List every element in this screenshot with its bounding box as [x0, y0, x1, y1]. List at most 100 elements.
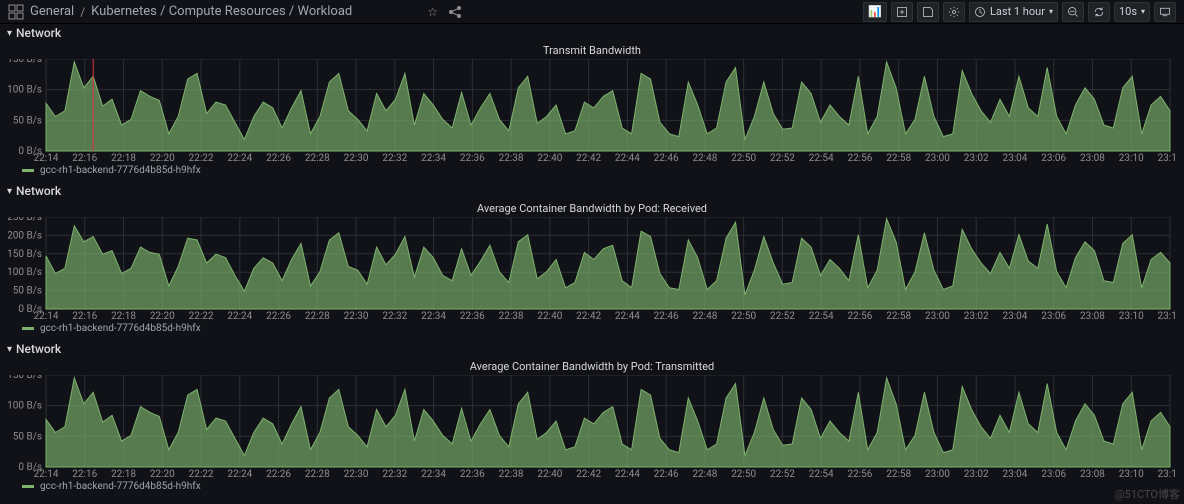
- svg-text:22:58: 22:58: [886, 311, 911, 321]
- svg-text:22:56: 22:56: [847, 469, 872, 479]
- svg-text:23:00: 23:00: [925, 153, 950, 163]
- svg-text:22:32: 22:32: [382, 469, 407, 479]
- svg-text:22:28: 22:28: [305, 469, 330, 479]
- chevron-down-icon: ▾: [1141, 7, 1145, 16]
- svg-text:200 B/s: 200 B/s: [8, 230, 42, 241]
- svg-text:22:44: 22:44: [615, 153, 640, 163]
- chevron-down-icon: ▾: [1049, 7, 1053, 16]
- svg-text:22:24: 22:24: [227, 153, 252, 163]
- settings-button[interactable]: [943, 2, 965, 22]
- svg-text:22:42: 22:42: [576, 469, 601, 479]
- graph-icon-button[interactable]: 📊: [863, 2, 887, 22]
- svg-text:23:10: 23:10: [1119, 469, 1144, 479]
- svg-text:23:00: 23:00: [925, 469, 950, 479]
- svg-text:150 B/s: 150 B/s: [8, 59, 42, 65]
- svg-text:23:04: 23:04: [1003, 311, 1028, 321]
- svg-text:22:22: 22:22: [189, 469, 214, 479]
- svg-text:22:52: 22:52: [770, 311, 795, 321]
- svg-text:22:58: 22:58: [886, 153, 911, 163]
- chevron-down-icon: ▾: [7, 28, 12, 39]
- tv-mode-button[interactable]: [1154, 2, 1176, 22]
- legend-color-swatch: [22, 327, 34, 330]
- svg-text:22:18: 22:18: [111, 311, 136, 321]
- row-header[interactable]: ▾Network: [0, 340, 1184, 358]
- svg-text:22:26: 22:26: [266, 311, 291, 321]
- svg-text:23:06: 23:06: [1041, 311, 1066, 321]
- svg-text:50 B/s: 50 B/s: [13, 115, 42, 126]
- legend-color-swatch: [22, 169, 34, 172]
- top-toolbar: General / Kubernetes / Compute Resources…: [0, 0, 1184, 24]
- svg-text:23:12: 23:12: [1158, 153, 1176, 163]
- legend[interactable]: gcc-rh1-backend-7776d4b85d-h9hfx: [8, 479, 1176, 496]
- svg-text:22:40: 22:40: [537, 469, 562, 479]
- svg-text:22:54: 22:54: [809, 153, 834, 163]
- svg-text:22:18: 22:18: [111, 153, 136, 163]
- svg-text:23:10: 23:10: [1119, 311, 1144, 321]
- legend[interactable]: gcc-rh1-backend-7776d4b85d-h9hfx: [8, 321, 1176, 338]
- toolbar-right: 📊 Last 1 hour ▾ 10s ▾: [863, 2, 1176, 22]
- legend-series-name: gcc-rh1-backend-7776d4b85d-h9hfx: [40, 165, 201, 176]
- panel: Transmit Bandwidth150 B/s100 B/s50 B/s0 …: [0, 42, 1184, 180]
- svg-text:22:52: 22:52: [770, 469, 795, 479]
- svg-text:22:36: 22:36: [460, 311, 485, 321]
- svg-text:22:38: 22:38: [499, 153, 524, 163]
- svg-text:22:58: 22:58: [886, 469, 911, 479]
- svg-text:22:30: 22:30: [344, 311, 369, 321]
- legend-color-swatch: [22, 485, 34, 488]
- refresh-button[interactable]: [1088, 2, 1110, 22]
- svg-text:22:14: 22:14: [34, 469, 59, 479]
- chart-svg[interactable]: 150 B/s100 B/s50 B/s0 B/s22:1422:1622:18…: [8, 59, 1176, 163]
- panel-title: Transmit Bandwidth: [8, 42, 1176, 59]
- zoom-out-button[interactable]: [1062, 2, 1084, 22]
- svg-text:23:08: 23:08: [1080, 311, 1105, 321]
- svg-text:23:12: 23:12: [1158, 469, 1176, 479]
- svg-text:22:20: 22:20: [150, 153, 175, 163]
- svg-text:22:54: 22:54: [809, 311, 834, 321]
- svg-text:22:28: 22:28: [305, 153, 330, 163]
- panel-grid-icon[interactable]: [8, 4, 24, 20]
- time-range-button[interactable]: Last 1 hour ▾: [969, 2, 1058, 22]
- svg-text:22:16: 22:16: [72, 311, 97, 321]
- svg-text:22:40: 22:40: [537, 153, 562, 163]
- svg-text:22:30: 22:30: [344, 469, 369, 479]
- legend[interactable]: gcc-rh1-backend-7776d4b85d-h9hfx: [8, 163, 1176, 180]
- row-title: Network: [16, 26, 61, 40]
- breadcrumb-current[interactable]: Kubernetes / Compute Resources / Workloa…: [91, 4, 352, 19]
- add-panel-button[interactable]: [891, 2, 913, 22]
- svg-text:22:28: 22:28: [305, 311, 330, 321]
- panel: Average Container Bandwidth by Pod: Tran…: [0, 358, 1184, 496]
- save-button[interactable]: [917, 2, 939, 22]
- svg-text:23:06: 23:06: [1041, 469, 1066, 479]
- share-icon[interactable]: [447, 4, 463, 20]
- svg-text:22:32: 22:32: [382, 311, 407, 321]
- row-header[interactable]: ▾Network: [0, 182, 1184, 200]
- svg-text:22:20: 22:20: [150, 311, 175, 321]
- svg-text:22:48: 22:48: [692, 311, 717, 321]
- svg-text:22:38: 22:38: [499, 311, 524, 321]
- svg-text:23:12: 23:12: [1158, 311, 1176, 321]
- svg-text:22:54: 22:54: [809, 469, 834, 479]
- svg-text:22:24: 22:24: [227, 469, 252, 479]
- svg-text:23:04: 23:04: [1003, 153, 1028, 163]
- row-header[interactable]: ▾ Network: [0, 24, 1184, 42]
- svg-text:22:26: 22:26: [266, 153, 291, 163]
- svg-text:100 B/s: 100 B/s: [8, 267, 42, 278]
- svg-text:23:10: 23:10: [1119, 153, 1144, 163]
- breadcrumb-root[interactable]: General: [30, 4, 74, 19]
- svg-text:22:32: 22:32: [382, 153, 407, 163]
- svg-text:22:46: 22:46: [654, 311, 679, 321]
- panel: Average Container Bandwidth by Pod: Rece…: [0, 200, 1184, 338]
- refresh-interval-button[interactable]: 10s ▾: [1114, 2, 1150, 22]
- svg-text:23:02: 23:02: [964, 153, 989, 163]
- star-icon[interactable]: ☆: [425, 4, 441, 20]
- chart-svg[interactable]: 250 B/s200 B/s150 B/s100 B/s50 B/s0 B/s2…: [8, 217, 1176, 321]
- panel-title: Average Container Bandwidth by Pod: Rece…: [8, 200, 1176, 217]
- svg-text:23:04: 23:04: [1003, 469, 1028, 479]
- svg-text:22:18: 22:18: [111, 469, 136, 479]
- svg-text:22:14: 22:14: [34, 311, 59, 321]
- breadcrumb-sep: /: [80, 5, 85, 19]
- svg-text:22:48: 22:48: [692, 153, 717, 163]
- svg-text:23:02: 23:02: [964, 311, 989, 321]
- svg-text:22:56: 22:56: [847, 153, 872, 163]
- chart-svg[interactable]: 150 B/s100 B/s50 B/s0 B/s22:1422:1622:18…: [8, 375, 1176, 479]
